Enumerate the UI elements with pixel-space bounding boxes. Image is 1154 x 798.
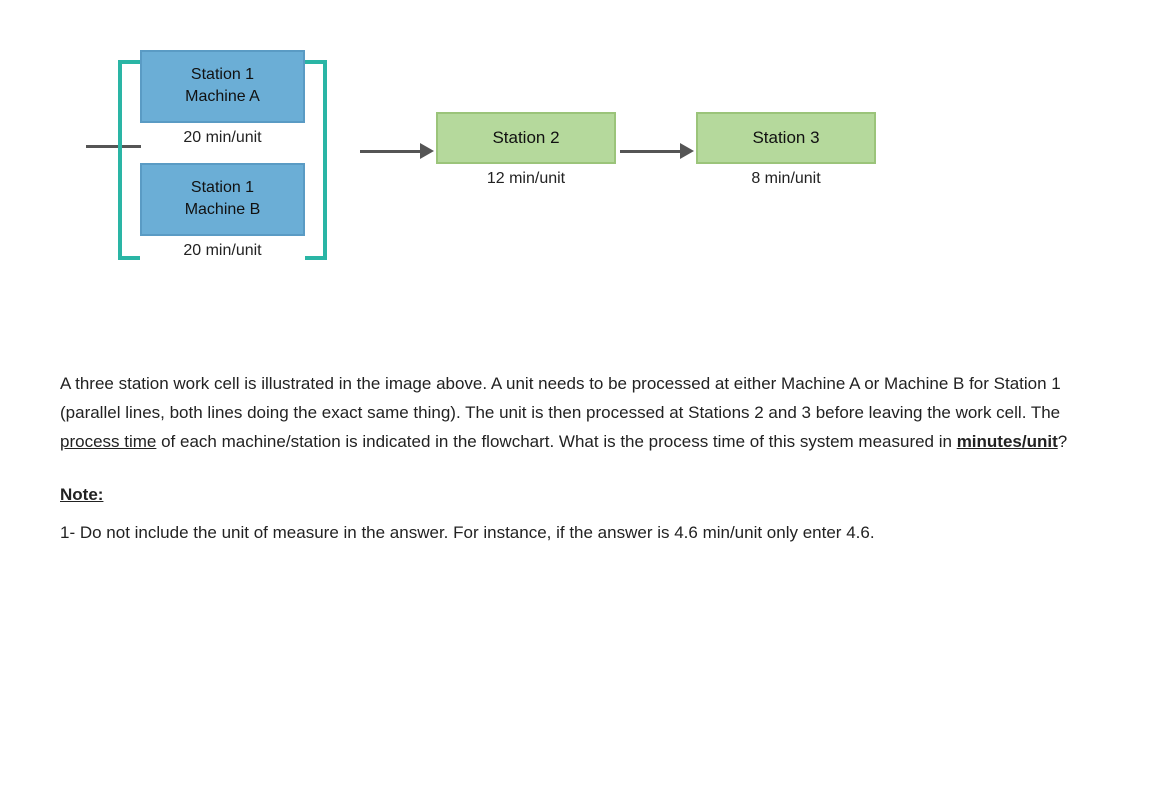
arrow-head-1: [420, 143, 434, 159]
station3-rate: 8 min/unit: [751, 170, 820, 188]
note-text: 1- Do not include the unit of measure in…: [60, 519, 1094, 548]
station1-wrapper: Station 1 Machine A 20 min/unit Station …: [140, 50, 305, 260]
station3-box: Station 3: [696, 112, 876, 164]
station1-machine-a-line2: Machine A: [185, 88, 260, 105]
left-bracket: [118, 60, 140, 260]
note-label: Note:: [60, 485, 1094, 505]
station2-rate: 12 min/unit: [487, 170, 565, 188]
station2-box: Station 2: [436, 112, 616, 164]
station1-machine-b-box: Station 1 Machine B: [140, 163, 305, 236]
station3-block: Station 3 8 min/unit: [696, 112, 876, 188]
arrow-line-1: [360, 150, 420, 153]
station3-group: Station 3 8 min/unit: [696, 112, 876, 188]
station3-label: Station 3: [752, 128, 819, 147]
diagram: Station 1 Machine A 20 min/unit Station …: [60, 30, 1094, 340]
station1-rate-a: 20 min/unit: [183, 129, 261, 147]
station2-label: Station 2: [492, 128, 559, 147]
arrow-s1-to-s2: [360, 143, 434, 159]
station2-block: Station 2 12 min/unit: [436, 112, 616, 188]
station1-machine-b-line2: Machine B: [185, 201, 261, 218]
arrow-line-2: [620, 150, 680, 153]
station1-rate-b: 20 min/unit: [183, 242, 261, 260]
minutes-unit-term: minutes/unit: [957, 432, 1058, 451]
arrow-head-2: [680, 143, 694, 159]
right-bracket: [305, 60, 327, 260]
station1-machine-a-line1: Station 1: [191, 66, 254, 83]
station1-machine-b-line1: Station 1: [191, 179, 254, 196]
description-paragraph: A three station work cell is illustrated…: [60, 370, 1080, 457]
station1-machine-a-box: Station 1 Machine A: [140, 50, 305, 123]
note-section: Note: 1- Do not include the unit of meas…: [60, 485, 1094, 548]
arrow-s2-to-s3: [620, 143, 694, 159]
station2-group: Station 2 12 min/unit: [436, 112, 616, 188]
station1-group: Station 1 Machine A 20 min/unit Station …: [140, 50, 305, 260]
process-time-term: process time: [60, 432, 156, 451]
